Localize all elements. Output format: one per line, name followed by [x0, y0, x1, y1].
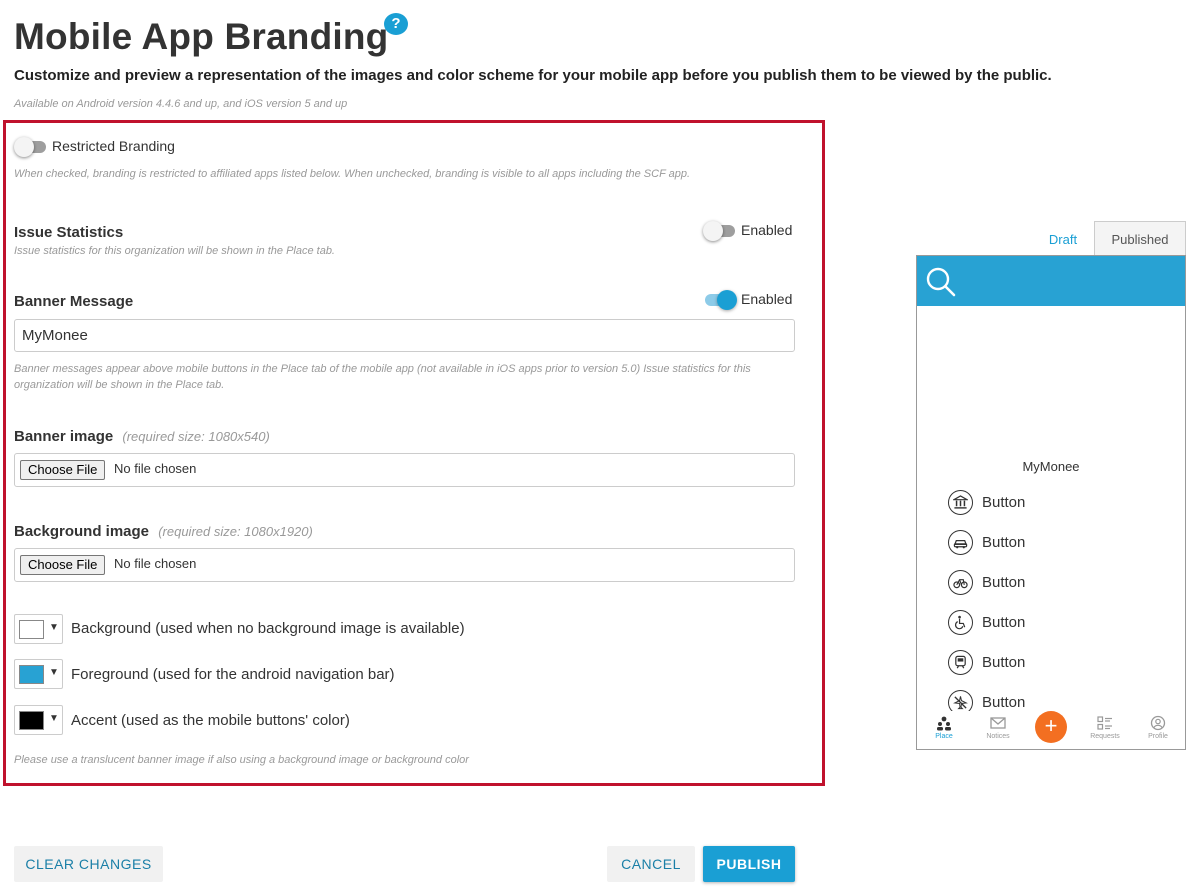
envelope-icon — [990, 717, 1006, 729]
banner-message-label: Banner Message — [14, 293, 134, 310]
chevron-down-icon: ▼ — [49, 622, 59, 633]
nav-item-profile[interactable]: Profile — [1136, 715, 1180, 740]
issue-statistics-enabled-label: Enabled — [741, 222, 793, 238]
profile-icon — [1150, 715, 1166, 731]
preview-header — [917, 256, 1185, 306]
page-title: Mobile App Branding — [14, 16, 389, 57]
banner-image-file-status: No file chosen — [114, 461, 197, 476]
clear-changes-button[interactable]: CLEAR CHANGES — [14, 846, 163, 882]
add-request-fab[interactable]: + — [1035, 711, 1067, 743]
mobile-preview: MyMonee Button Button Button Button Butt… — [916, 255, 1186, 750]
background-color-label: Background (used when no background imag… — [71, 620, 465, 637]
background-image-file-input[interactable]: Choose File No file chosen — [14, 548, 795, 582]
accent-color-label: Accent (used as the mobile buttons' colo… — [71, 712, 350, 729]
nav-item-place[interactable]: Place — [922, 715, 966, 740]
preview-bottom-nav: Place Notices + Requests Profile — [917, 711, 1185, 749]
accent-color-swatch — [19, 711, 44, 730]
nav-item-requests[interactable]: Requests — [1083, 715, 1127, 740]
restricted-branding-toggle[interactable] — [14, 137, 48, 157]
issue-statistics-help: Issue statistics for this organization w… — [14, 245, 335, 257]
issue-statistics-label: Issue Statistics — [14, 224, 124, 241]
banner-image-required-size: (required size: 1080x540) — [122, 429, 270, 444]
bank-icon — [948, 490, 973, 515]
background-color-swatch — [19, 620, 44, 639]
banner-image-label: Banner image (required size: 1080x540) — [14, 428, 270, 445]
foreground-color-swatch — [19, 665, 44, 684]
wheelchair-icon — [948, 610, 973, 635]
help-icon[interactable]: ? — [384, 13, 408, 35]
foreground-color-label: Foreground (used for the android navigat… — [71, 666, 395, 683]
chevron-down-icon: ▼ — [49, 667, 59, 678]
banner-message-help: Banner messages appear above mobile butt… — [14, 363, 751, 391]
tab-published[interactable]: Published — [1094, 221, 1186, 256]
chevron-down-icon: ▼ — [49, 713, 59, 724]
search-icon[interactable] — [925, 266, 957, 298]
background-image-choose-file-button[interactable]: Choose File — [20, 555, 106, 575]
restricted-branding-help: When checked, branding is restricted to … — [14, 168, 691, 180]
nav-item-notices[interactable]: Notices — [976, 715, 1020, 740]
car-icon — [948, 530, 973, 555]
page-subtitle: Customize and preview a representation o… — [14, 67, 1052, 84]
bicycle-icon — [948, 570, 973, 595]
preview-banner-message: MyMonee — [1022, 459, 1080, 474]
train-icon — [948, 650, 973, 675]
banner-message-enabled-label: Enabled — [741, 291, 793, 307]
background-image-file-status: No file chosen — [114, 556, 197, 571]
banner-message-input[interactable] — [14, 319, 795, 352]
people-icon — [937, 716, 951, 731]
banner-image-file-input[interactable]: Choose File No file chosen — [14, 453, 795, 487]
accent-color-picker[interactable]: ▼ — [14, 705, 63, 735]
translucent-banner-note: Please use a translucent banner image if… — [14, 754, 469, 766]
background-image-label: Background image (required size: 1080x19… — [14, 523, 313, 540]
restricted-branding-label: Restricted Branding — [52, 138, 175, 154]
list-icon — [1097, 716, 1112, 730]
issue-statistics-toggle[interactable] — [703, 221, 737, 241]
tab-draft[interactable]: Draft — [1034, 231, 1092, 255]
foreground-color-picker[interactable]: ▼ — [14, 659, 63, 689]
banner-image-choose-file-button[interactable]: Choose File — [20, 460, 106, 480]
background-color-picker[interactable]: ▼ — [14, 614, 63, 644]
cancel-button[interactable]: CANCEL — [607, 846, 695, 882]
banner-message-toggle[interactable] — [703, 290, 737, 310]
background-image-required-size: (required size: 1080x1920) — [158, 524, 313, 539]
availability-note: Available on Android version 4.4.6 and u… — [14, 98, 348, 110]
publish-button[interactable]: PUBLISH — [703, 846, 795, 882]
